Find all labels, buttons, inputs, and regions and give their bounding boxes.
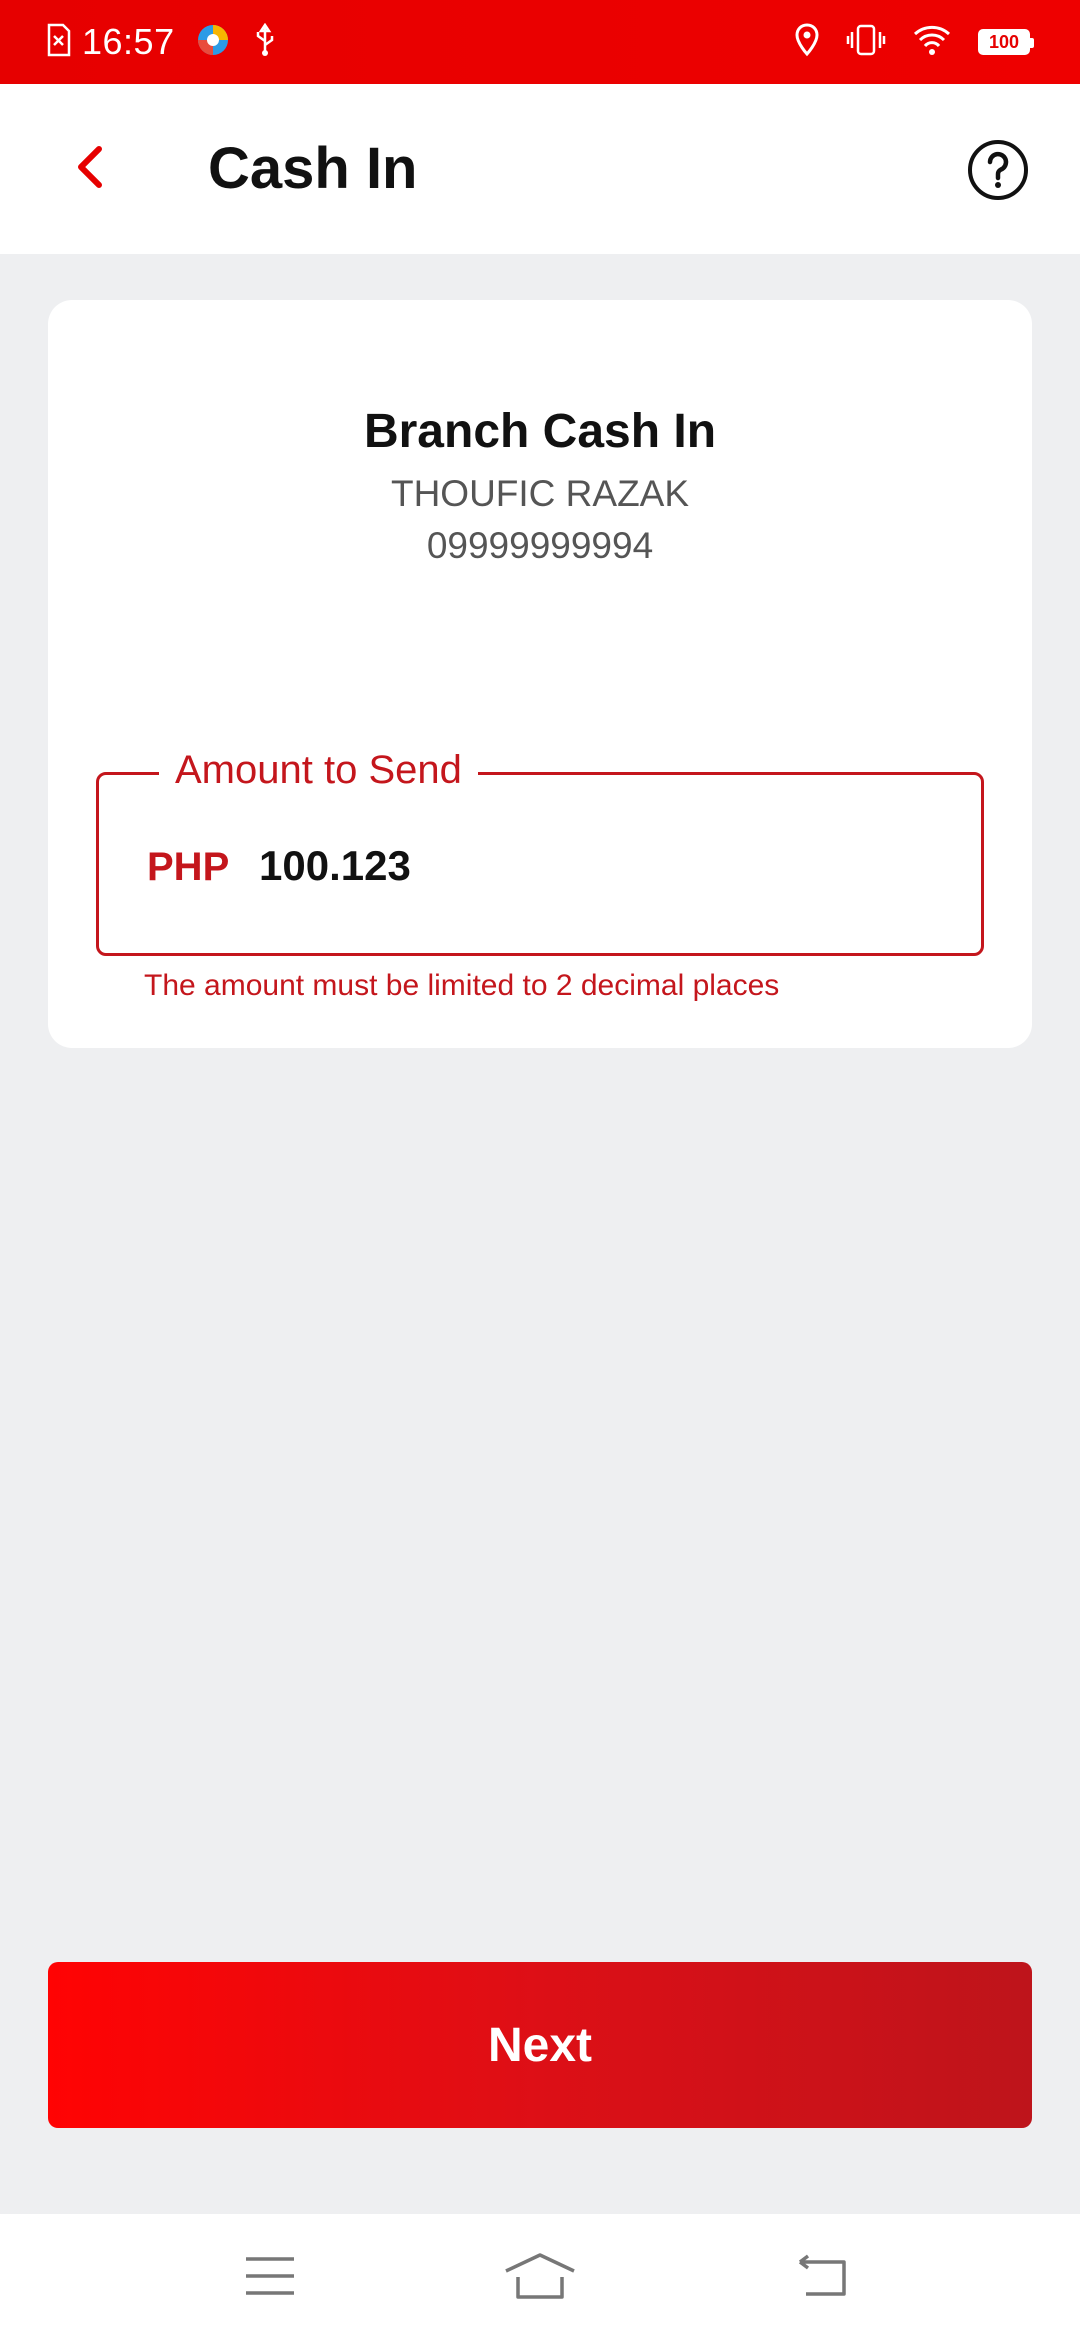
system-nav-bar xyxy=(0,2214,1080,2340)
help-circle-icon xyxy=(966,140,1030,206)
amount-input[interactable] xyxy=(259,833,939,899)
recipient-phone: 09999999994 xyxy=(426,525,654,566)
browser-app-icon xyxy=(195,22,231,63)
wifi-icon xyxy=(912,23,952,62)
status-time: 16:57 xyxy=(82,21,175,62)
amount-label: Amount to Send xyxy=(159,735,478,805)
nav-home-button[interactable] xyxy=(500,2248,580,2308)
back-button[interactable] xyxy=(60,134,120,204)
page-title: Cash In xyxy=(208,136,418,201)
cash-in-card: Branch Cash In THOUFIC RAZAK 09999999994… xyxy=(48,300,1032,1048)
usb-icon xyxy=(253,22,277,62)
recipient-name: THOUFIC RAZAK xyxy=(390,473,690,514)
vibrate-icon xyxy=(846,23,886,62)
location-icon xyxy=(794,22,820,62)
menu-icon xyxy=(244,2255,296,2302)
status-bar-left: 16:57 xyxy=(46,18,277,66)
app-bar: Cash In xyxy=(0,84,1080,254)
currency-label: PHP xyxy=(147,845,230,889)
nav-back-button[interactable] xyxy=(782,2248,862,2308)
card-header: Branch Cash In THOUFIC RAZAK 09999999994 xyxy=(48,400,1032,572)
nav-menu-button[interactable] xyxy=(230,2248,310,2308)
status-bar-right: 100 xyxy=(794,18,1034,66)
amount-field[interactable]: Amount to Send PHP xyxy=(96,735,984,956)
help-button[interactable] xyxy=(966,138,1030,202)
chevron-left-icon xyxy=(75,145,105,194)
back-icon xyxy=(794,2254,850,2303)
card-title: Branch Cash In xyxy=(363,405,717,458)
sim-error-icon xyxy=(46,23,72,62)
amount-error-message: The amount must be limited to 2 decimal … xyxy=(144,969,780,1002)
next-button[interactable]: Next xyxy=(48,1962,1032,2128)
home-icon xyxy=(504,2251,576,2306)
status-bar: 16:57 100 xyxy=(0,0,1080,84)
battery-icon: 100 xyxy=(978,29,1034,55)
